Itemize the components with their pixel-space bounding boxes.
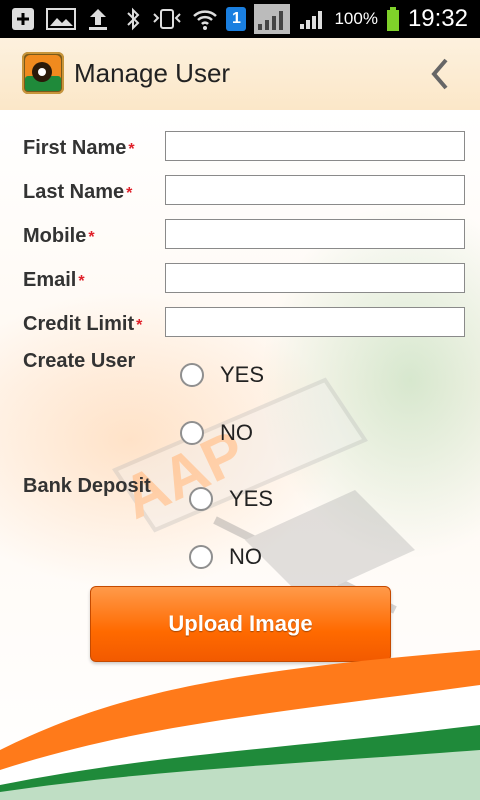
first-name-label-text: First Name <box>23 137 127 159</box>
chevron-left-icon <box>431 58 448 90</box>
flag-wave-decoration <box>0 650 480 800</box>
battery-icon <box>386 6 400 32</box>
last-name-label: Last Name * <box>23 181 132 204</box>
battery-percent: 100% <box>334 9 378 28</box>
vibrate-icon <box>150 6 184 32</box>
email-input[interactable] <box>165 263 465 293</box>
radio-circle[interactable] <box>180 363 204 387</box>
notification-badge: 1 <box>226 7 247 31</box>
signal-bars-icon <box>298 7 326 31</box>
credit-limit-input[interactable] <box>165 307 465 337</box>
mobile-label: Mobile * <box>23 225 95 248</box>
mobile-label-text: Mobile <box>23 225 87 247</box>
app-logo <box>22 52 64 94</box>
create-user-yes-radio[interactable]: YES <box>180 362 264 388</box>
required-mark: * <box>128 141 135 158</box>
bluetooth-icon <box>124 6 142 32</box>
bank-deposit-label: Bank Deposit <box>23 475 151 497</box>
status-bar: 1 100% 19:32 <box>0 0 480 38</box>
credit-limit-label-text: Credit Limit <box>23 313 135 335</box>
upload-icon <box>86 6 110 32</box>
credit-limit-label: Credit Limit * <box>23 313 142 336</box>
app-bar: Manage User <box>0 38 480 111</box>
create-user-label: Create User <box>23 350 136 372</box>
last-name-label-text: Last Name <box>23 181 125 203</box>
radio-label-yes: YES <box>220 362 265 387</box>
bank-deposit-no-radio[interactable]: NO <box>189 544 262 570</box>
radio-circle[interactable] <box>180 421 204 445</box>
status-right-icons: 1 100% 19:32 <box>124 4 468 34</box>
radio-circle[interactable] <box>189 487 213 511</box>
email-label: Email * <box>23 269 85 292</box>
radio-label-no: NO <box>229 544 262 569</box>
signal-icon <box>254 4 291 34</box>
wifi-icon <box>192 6 218 32</box>
page-title: Manage User <box>74 58 231 88</box>
email-label-text: Email <box>23 269 77 291</box>
image-icon <box>46 7 76 31</box>
radio-label-yes: YES <box>229 486 274 511</box>
first-name-input[interactable] <box>165 131 465 161</box>
required-mark: * <box>136 317 143 334</box>
required-mark: * <box>78 273 85 290</box>
back-button[interactable] <box>420 54 460 94</box>
create-user-no-radio[interactable]: NO <box>180 420 253 446</box>
required-mark: * <box>126 185 133 202</box>
radio-label-no: NO <box>220 420 253 445</box>
mobile-input[interactable] <box>165 219 465 249</box>
bank-deposit-yes-radio[interactable]: YES <box>189 486 273 512</box>
last-name-input[interactable] <box>165 175 465 205</box>
add-icon <box>10 6 36 32</box>
status-left-icons <box>10 4 110 34</box>
first-name-label: First Name * <box>23 137 135 160</box>
required-mark: * <box>88 229 95 246</box>
clock: 19:32 <box>407 5 468 32</box>
form-area: AAP First Name * Last Name * Mobile * Email… <box>0 110 480 800</box>
radio-circle[interactable] <box>189 545 213 569</box>
